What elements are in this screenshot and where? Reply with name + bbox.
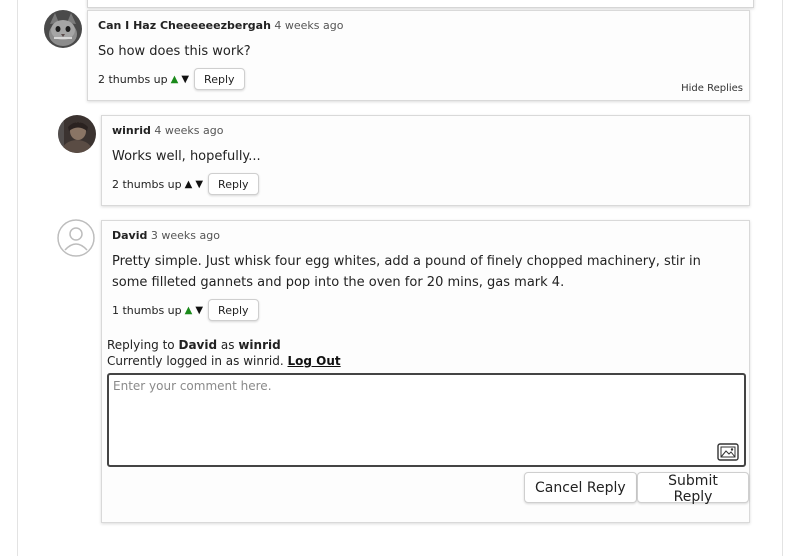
- downvote-icon[interactable]: ▼: [181, 74, 189, 85]
- reply-button[interactable]: Reply: [208, 299, 259, 321]
- thumbs-count: 2 thumbs up: [98, 72, 168, 86]
- avatar-cat[interactable]: [44, 10, 82, 48]
- as-word: as: [220, 338, 235, 352]
- comment-actions: 2 thumbs up ▲ ▼ Reply: [98, 68, 245, 90]
- upvote-icon[interactable]: ▲: [185, 179, 193, 190]
- image-upload-icon[interactable]: [717, 443, 739, 461]
- comment-time: 4 weeks ago: [274, 19, 344, 32]
- comment-meta: winrid 4 weeks ago: [112, 124, 223, 137]
- comment-input[interactable]: [113, 379, 733, 439]
- comment-author[interactable]: winrid: [112, 124, 151, 137]
- reply-button[interactable]: Reply: [194, 68, 245, 90]
- logged-in-text: Currently logged in as winrid.: [107, 354, 284, 368]
- comment-card: David 3 weeks ago Pretty simple. Just wh…: [101, 220, 750, 523]
- thumbs-count: 2 thumbs up: [112, 177, 182, 191]
- logout-link[interactable]: Log Out: [288, 354, 341, 368]
- comment-card: winrid 4 weeks ago Works well, hopefully…: [101, 115, 750, 206]
- upvote-icon[interactable]: ▲: [185, 305, 193, 316]
- replying-to-prefix: Replying to: [107, 338, 175, 352]
- reply-button[interactable]: Reply: [208, 173, 259, 195]
- comment-actions: 2 thumbs up ▲ ▼ Reply: [112, 173, 259, 195]
- comment-text: Works well, hopefully...: [112, 149, 261, 164]
- comment-time: 4 weeks ago: [154, 124, 224, 137]
- comment-text: Pretty simple. Just whisk four egg white…: [112, 254, 701, 290]
- submit-reply-button[interactable]: Submit Reply: [637, 472, 749, 505]
- comment-card: Can I Haz Cheeeeeezbergah 4 weeks ago So…: [87, 10, 750, 101]
- comment-time: 3 weeks ago: [150, 229, 220, 242]
- avatar-default-icon[interactable]: [57, 219, 95, 257]
- downvote-icon[interactable]: ▼: [195, 305, 203, 316]
- replying-to-user: David: [178, 338, 218, 352]
- replying-as-user: winrid: [238, 338, 281, 352]
- downvote-icon[interactable]: ▼: [195, 179, 203, 190]
- logged-in-line: Currently logged in as winrid. Log Out: [107, 353, 341, 369]
- comment-author[interactable]: Can I Haz Cheeeeeezbergah: [98, 19, 271, 32]
- avatar-user[interactable]: [58, 115, 96, 153]
- previous-comment-card: [87, 0, 754, 8]
- comment-meta: David 3 weeks ago: [112, 229, 220, 242]
- comment-author[interactable]: David: [112, 229, 147, 242]
- replying-to-line: Replying to David as winrid: [107, 337, 281, 353]
- cancel-reply-button[interactable]: Cancel Reply: [524, 472, 637, 503]
- hide-replies-link[interactable]: Hide Replies: [681, 83, 743, 94]
- comment-text: So how does this work?: [98, 44, 251, 59]
- comment-meta: Can I Haz Cheeeeeezbergah 4 weeks ago: [98, 19, 343, 32]
- thumbs-count: 1 thumbs up: [112, 303, 182, 317]
- comment-actions: 1 thumbs up ▲ ▼ Reply: [112, 299, 259, 321]
- upvote-icon[interactable]: ▲: [171, 74, 179, 85]
- reply-editor: [107, 373, 746, 467]
